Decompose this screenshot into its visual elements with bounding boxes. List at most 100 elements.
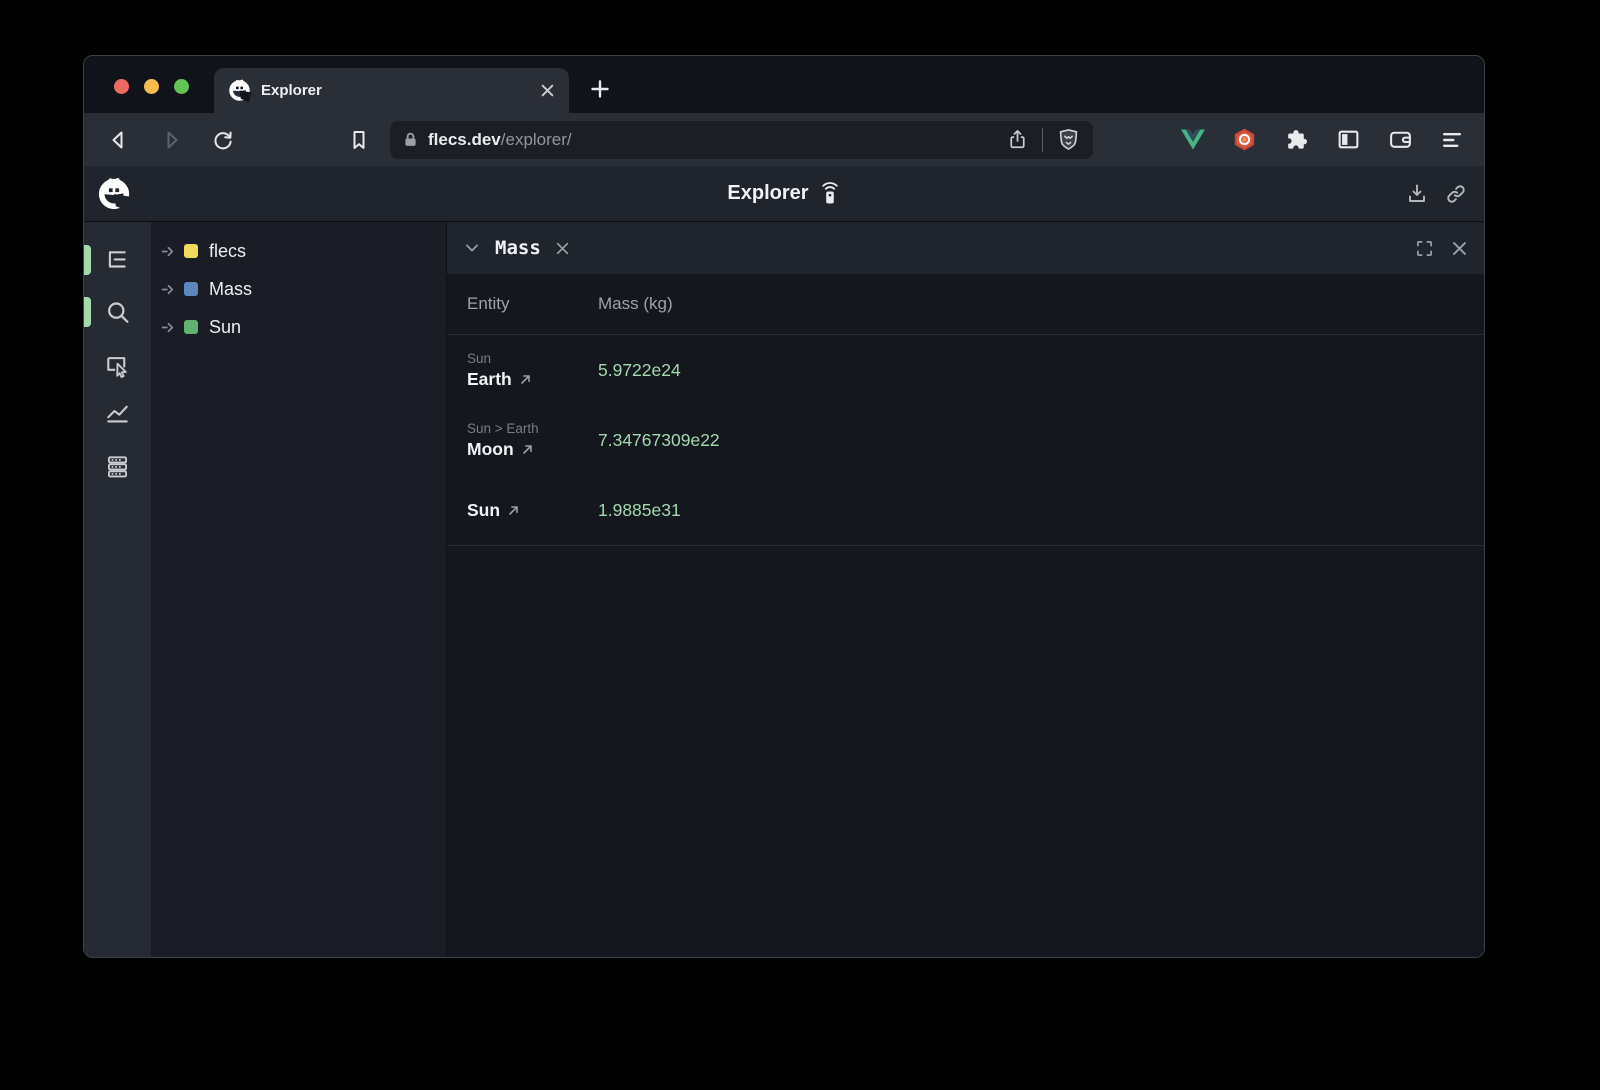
app-content: flecs Mass Sun: [84, 222, 1484, 957]
open-entity-arrow-icon[interactable]: [521, 443, 534, 456]
icon-rail: [84, 222, 151, 957]
mass-value: 1.9885e31: [598, 500, 681, 521]
mass-value: 5.9722e24: [598, 360, 681, 381]
vue-devtools-button[interactable]: [1181, 129, 1205, 150]
share-icon: [1006, 128, 1029, 151]
query-panel-actions: [1415, 239, 1468, 258]
tree-item-mass[interactable]: Mass: [161, 270, 446, 308]
sidebar-item-entities[interactable]: [101, 450, 133, 482]
brave-shield-button[interactable]: [1056, 127, 1081, 152]
active-indicator-tree: [84, 245, 91, 275]
fullscreen-icon[interactable]: [1415, 239, 1434, 258]
new-tab-button[interactable]: [584, 73, 616, 105]
share-button[interactable]: [1006, 128, 1029, 151]
browser-tab-explorer[interactable]: Explorer: [214, 68, 569, 113]
divider: [1042, 128, 1043, 152]
sidebar-item-inspect[interactable]: [101, 349, 133, 381]
puzzle-icon: [1284, 127, 1309, 152]
browser-window: Explorer: [83, 55, 1485, 958]
query-panel: Mass Entity Mass (kg): [446, 222, 1484, 957]
vue-icon: [1181, 129, 1205, 150]
reload-icon: [211, 128, 235, 152]
bookmark-icon: [347, 128, 371, 152]
entity-tree-panel: flecs Mass Sun: [151, 222, 446, 957]
extension-icons: [1181, 127, 1464, 152]
entity-rows-icon: [104, 453, 131, 480]
active-indicator-search: [84, 297, 91, 327]
header-actions: [1405, 166, 1468, 221]
extension-hex-button[interactable]: [1232, 127, 1257, 152]
sidebar-item-tree-view[interactable]: [101, 244, 133, 276]
entity-name[interactable]: Moon: [467, 439, 514, 460]
table-row[interactable]: Sun > Earth Moon 7.34767309e22: [447, 405, 1484, 475]
sidebar-item-query-search[interactable]: [101, 296, 133, 328]
open-entity-arrow-icon[interactable]: [507, 504, 520, 517]
lock-icon: [402, 131, 419, 148]
brave-shield-icon: [1056, 127, 1081, 152]
plus-icon: [590, 79, 610, 99]
forward-button[interactable]: [156, 125, 186, 155]
hamburger-menu-icon: [1440, 128, 1464, 152]
mass-value: 7.34767309e22: [598, 430, 720, 451]
forward-icon: [159, 128, 183, 152]
close-window-button[interactable]: [114, 79, 129, 94]
table-row[interactable]: Sun Earth 5.9722e24: [447, 335, 1484, 405]
table-row[interactable]: Sun 1.9885e31: [447, 475, 1484, 545]
tree-item-label: flecs: [209, 241, 246, 262]
minimize-window-button[interactable]: [144, 79, 159, 94]
sidebar-toggle-button[interactable]: [1336, 127, 1361, 152]
page-title: Explorer: [727, 182, 808, 205]
tree-item-flecs[interactable]: flecs: [161, 232, 446, 270]
url-text: flecs.dev/explorer/: [428, 130, 572, 150]
query-tab-bar: Mass: [447, 222, 1484, 274]
table-header: Entity Mass (kg): [447, 274, 1484, 335]
query-tab-close-icon[interactable]: [555, 241, 570, 256]
wallet-icon: [1388, 127, 1413, 152]
connection-status-icon[interactable]: [819, 182, 841, 206]
app-header: Explorer: [84, 166, 1484, 222]
table-body: Sun Earth 5.9722e24 Sun > Earth: [447, 335, 1484, 546]
address-bar[interactable]: flecs.dev/explorer/: [390, 121, 1093, 159]
reload-button[interactable]: [208, 125, 238, 155]
wallet-button[interactable]: [1388, 127, 1413, 152]
download-button[interactable]: [1405, 182, 1429, 206]
line-chart-icon: [104, 400, 131, 427]
flecs-logo[interactable]: [97, 177, 131, 211]
query-tab-label[interactable]: Mass: [495, 237, 541, 259]
browser-menu-button[interactable]: [1440, 128, 1464, 152]
download-icon: [1405, 182, 1429, 206]
sidebar-item-stats[interactable]: [101, 397, 133, 429]
component-color-swatch: [184, 282, 198, 296]
entity-cell: Sun Earth: [447, 351, 598, 390]
open-entity-arrow-icon[interactable]: [519, 373, 532, 386]
link-icon: [1444, 182, 1468, 206]
flecs-favicon: [228, 79, 251, 102]
tree-item-sun[interactable]: Sun: [161, 308, 446, 346]
maximize-window-button[interactable]: [174, 79, 189, 94]
browser-toolbar: flecs.dev/explorer/: [84, 113, 1484, 166]
tree-item-label: Sun: [209, 317, 241, 338]
tree-view-icon: [104, 247, 130, 273]
module-color-swatch: [184, 244, 198, 258]
expand-arrow-icon[interactable]: [161, 244, 176, 259]
back-button[interactable]: [104, 125, 134, 155]
chevron-down-icon[interactable]: [463, 239, 481, 257]
entity-cell: Sun: [447, 500, 598, 521]
desktop-background: Explorer: [0, 0, 1600, 1090]
entity-name[interactable]: Sun: [467, 500, 500, 521]
expand-arrow-icon[interactable]: [161, 282, 176, 297]
entity-color-swatch: [184, 320, 198, 334]
column-header-entity: Entity: [447, 294, 598, 314]
expand-arrow-icon[interactable]: [161, 320, 176, 335]
entity-name[interactable]: Earth: [467, 369, 512, 390]
entity-parent-path: Sun: [467, 351, 598, 366]
sidebar-icon: [1336, 127, 1361, 152]
extensions-button[interactable]: [1284, 127, 1309, 152]
inspect-cursor-icon: [104, 352, 131, 379]
panel-close-icon[interactable]: [1451, 240, 1468, 257]
bookmark-button[interactable]: [344, 125, 374, 155]
back-icon: [107, 128, 131, 152]
entity-cell: Sun > Earth Moon: [447, 421, 598, 460]
share-link-button[interactable]: [1444, 182, 1468, 206]
tab-close-icon[interactable]: [540, 83, 555, 98]
